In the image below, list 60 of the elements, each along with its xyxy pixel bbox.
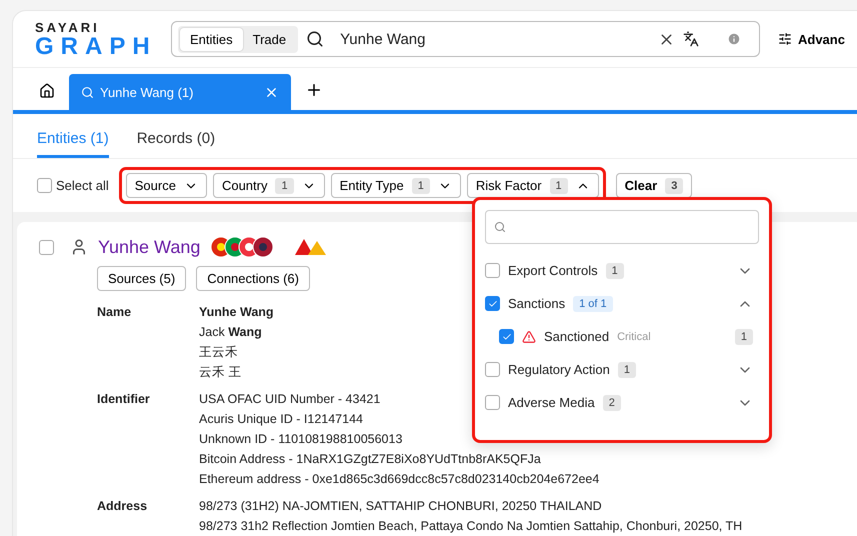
severity-label: Critical <box>617 330 651 342</box>
translate-icon[interactable] <box>683 31 699 47</box>
flags-drawing <box>210 236 274 258</box>
risk-label: Sanctioned <box>544 329 610 344</box>
tab-button[interactable]: Connections (6) <box>196 266 310 291</box>
checkbox[interactable] <box>485 263 500 278</box>
filter-dropdown[interactable]: Entity Type 1 <box>330 173 461 198</box>
checkbox[interactable] <box>485 296 500 311</box>
info-icon[interactable] <box>727 32 741 46</box>
filter-dropdown[interactable]: Country 1 <box>212 173 325 198</box>
field-label: Identifier <box>97 392 151 408</box>
clear-button[interactable]: Clear 3 <box>616 173 692 198</box>
entity-name[interactable]: Yunhe Wang <box>98 236 200 258</box>
mode-toggle[interactable]: Entities <box>180 28 243 50</box>
risk-label: Regulatory Action <box>508 362 610 377</box>
filter-dropdown[interactable]: Source <box>126 173 207 198</box>
sliders-icon <box>778 32 792 46</box>
field-value: 98/273 (31H2) NA-JOMTIEN, SATTAHIP CHONBURI, 20250 THAILAND <box>199 499 602 514</box>
search-icon <box>81 86 94 98</box>
field-value: USA OFAC UID Number - 43421 <box>199 392 380 407</box>
search-tab[interactable]: Yunhe Wang (1) <box>69 74 291 110</box>
risk-factor-menu: Export Controls 1 Sanctions 1 of 1 Sanctioned Critical 1 Regulatory Action 1 Adverse Media 2 <box>472 197 772 443</box>
checkbox[interactable] <box>485 395 500 410</box>
logo-wordmark: GRAPH <box>35 34 157 58</box>
result-tab[interactable]: Records (0) <box>136 126 216 158</box>
menu-search-field[interactable] <box>485 210 759 244</box>
checkbox[interactable] <box>485 362 500 377</box>
field-value: Jack Wang <box>199 325 262 340</box>
search-icon <box>306 30 324 48</box>
field-label: Name <box>97 305 132 321</box>
result-tab[interactable]: Entities (1) <box>37 126 109 158</box>
search-icon <box>494 221 506 233</box>
search-field[interactable]: Entities Trade Yunhe Wang <box>171 21 760 57</box>
field-label: Address <box>97 499 148 515</box>
warning-icon <box>522 330 536 344</box>
check-icon <box>502 332 512 342</box>
logo-wordmark: SAYARI <box>35 20 101 34</box>
checkbox[interactable] <box>39 240 54 254</box>
field-value: Ethereum address - 0xe1d865c3d669dcc8c57c8d023140cb204e672ee4 <box>199 472 600 487</box>
field-value: Yunhe Wang <box>199 305 274 320</box>
person-icon <box>70 238 88 256</box>
tab-button[interactable]: Sources (5) <box>97 266 186 291</box>
field-value: 98/273 31h2 Reflection Jomtien Beach, Pattaya Condo Na Jomtien Sattahip, Chonburi, 20250, TH <box>199 519 742 534</box>
check-icon <box>488 298 498 308</box>
advanced-button[interactable]: Advanc <box>778 32 845 46</box>
field-value: Acuris Unique ID - I12147144 <box>199 412 363 427</box>
filter-dropdown[interactable]: Risk Factor 1 <box>466 173 599 198</box>
warning-icons-drawing <box>294 237 328 257</box>
field-value: Unknown ID - 110108198810056013 <box>199 432 402 447</box>
checkbox[interactable] <box>499 329 514 344</box>
checkbox[interactable] <box>37 178 52 193</box>
risk-label: Adverse Media <box>508 395 595 410</box>
risk-label: Sanctions <box>508 296 566 311</box>
field-value: 王云禾 <box>199 345 238 360</box>
field-value: Bitcoin Address - 1NaRX1GZgtZ7E8iXo8YUdTtnb8rAK5QFJa <box>199 452 541 467</box>
risk-label: Export Controls <box>508 263 598 278</box>
mode-toggle[interactable]: Trade <box>242 28 296 50</box>
select-all-label: Select all <box>56 178 109 193</box>
field-value: 云禾 王 <box>199 365 242 380</box>
search-value: Yunhe Wang <box>340 30 426 48</box>
